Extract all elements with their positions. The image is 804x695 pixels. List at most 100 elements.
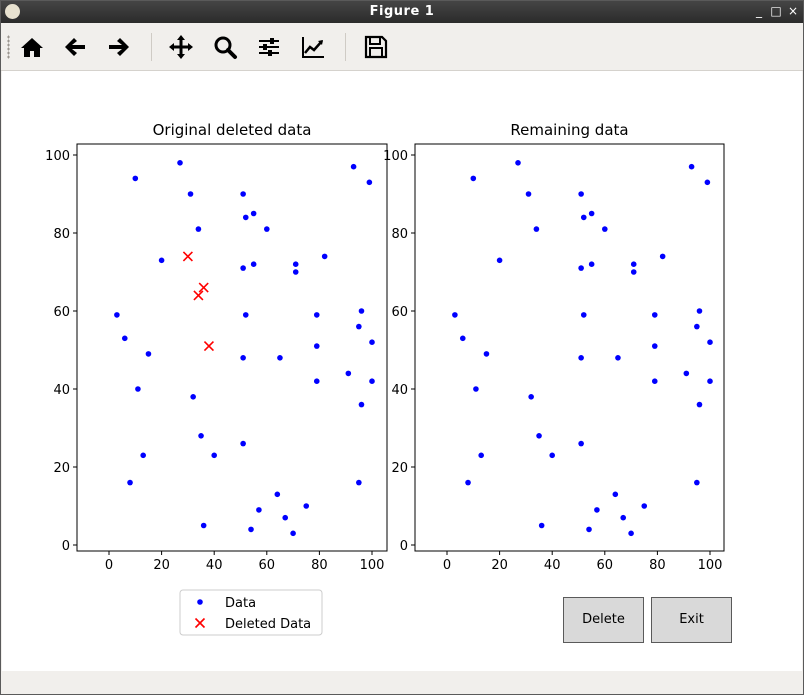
x-tick-label: 60 bbox=[259, 558, 276, 573]
axes-frame bbox=[76, 143, 388, 552]
data-point bbox=[594, 507, 600, 513]
title-bar: Figure 1 _ □ × bbox=[1, 1, 803, 23]
data-point bbox=[683, 370, 690, 377]
data-point bbox=[651, 343, 658, 349]
data-point bbox=[114, 312, 120, 318]
data-point bbox=[282, 514, 289, 521]
data-point bbox=[586, 526, 592, 533]
data-point bbox=[366, 179, 373, 186]
zoom-button[interactable] bbox=[211, 33, 239, 61]
data-point bbox=[651, 312, 658, 318]
y-tick-label: 100 bbox=[383, 149, 408, 164]
axes-title: Remaining data bbox=[510, 121, 628, 139]
data-point bbox=[240, 265, 246, 271]
y-tick-label: 40 bbox=[391, 383, 408, 398]
delete-button[interactable]: Delete bbox=[563, 597, 644, 643]
data-point bbox=[292, 261, 299, 267]
data-point bbox=[187, 191, 194, 197]
toolbar-grip bbox=[7, 35, 10, 59]
x-tick-label: 40 bbox=[206, 558, 223, 573]
home-button[interactable] bbox=[18, 33, 46, 61]
data-point bbox=[483, 351, 490, 357]
data-point bbox=[630, 269, 637, 275]
data-point bbox=[292, 269, 299, 275]
data-point bbox=[195, 226, 202, 232]
data-point bbox=[250, 261, 257, 267]
data-point bbox=[694, 323, 700, 330]
y-tick-label: 20 bbox=[53, 461, 70, 476]
zoom-icon bbox=[214, 36, 237, 59]
data-point bbox=[459, 335, 466, 342]
data-point bbox=[140, 452, 146, 459]
x-tick-label: 20 bbox=[491, 558, 508, 573]
data-point bbox=[132, 175, 139, 182]
home-icon bbox=[21, 38, 43, 57]
close-button[interactable]: × bbox=[785, 3, 801, 19]
data-point bbox=[240, 440, 246, 447]
y-tick-label: 80 bbox=[391, 227, 408, 242]
data-point bbox=[515, 160, 521, 166]
data-point bbox=[696, 308, 703, 314]
back-button[interactable] bbox=[61, 33, 89, 61]
data-point bbox=[533, 226, 540, 232]
data-point bbox=[250, 210, 257, 217]
data-point bbox=[290, 530, 296, 537]
data-point bbox=[707, 339, 713, 346]
data-point bbox=[190, 394, 196, 400]
x-tick-label: 80 bbox=[311, 558, 328, 573]
data-point bbox=[274, 491, 281, 498]
data-point bbox=[240, 191, 246, 197]
data-point bbox=[313, 312, 320, 318]
minimize-button[interactable]: _ bbox=[751, 3, 767, 19]
data-point bbox=[121, 335, 128, 342]
data-point bbox=[578, 440, 584, 447]
data-point bbox=[602, 226, 608, 232]
data-point bbox=[694, 479, 700, 486]
data-point bbox=[470, 175, 477, 182]
save-button[interactable] bbox=[362, 33, 390, 61]
data-point bbox=[356, 479, 362, 486]
data-point bbox=[248, 526, 254, 533]
maximize-button[interactable]: □ bbox=[768, 3, 784, 19]
forward-button[interactable] bbox=[105, 33, 133, 61]
legend-entry: Data bbox=[225, 596, 256, 611]
data-point bbox=[630, 261, 637, 267]
save-icon bbox=[364, 35, 388, 59]
data-point bbox=[242, 214, 249, 221]
data-point bbox=[696, 401, 703, 408]
toolbar-separator bbox=[345, 33, 346, 61]
data-point bbox=[356, 323, 362, 330]
edit-axis-button[interactable] bbox=[299, 33, 327, 61]
y-tick-label: 60 bbox=[391, 305, 408, 320]
data-point bbox=[198, 433, 204, 439]
subplots-button[interactable] bbox=[255, 33, 283, 61]
data-point bbox=[158, 257, 165, 264]
data-point bbox=[496, 257, 503, 264]
y-tick-label: 0 bbox=[62, 539, 70, 554]
data-point bbox=[200, 522, 207, 529]
x-tick-label: 0 bbox=[105, 558, 113, 573]
pan-button[interactable] bbox=[167, 33, 195, 61]
x-tick-label: 20 bbox=[153, 558, 170, 573]
figure-canvas[interactable]: Original deleted data 0 20 40 60 80 100 0 20 40 60… bbox=[2, 71, 802, 671]
window-title: Figure 1 bbox=[369, 4, 435, 19]
data-point bbox=[688, 163, 695, 170]
data-point bbox=[211, 452, 217, 459]
pan-icon bbox=[169, 35, 193, 59]
data-point bbox=[659, 253, 666, 260]
data-point bbox=[473, 386, 479, 392]
data-point bbox=[345, 370, 352, 377]
exit-button[interactable]: Exit bbox=[651, 597, 732, 643]
status-bar bbox=[1, 671, 803, 694]
axes-2: Remaining data 0 20 40 60 80 100 0 20 40 60 80 100 bbox=[383, 121, 725, 573]
data-point bbox=[240, 355, 246, 361]
x-tick-label: 100 bbox=[360, 558, 385, 573]
data-point bbox=[264, 226, 270, 232]
data-point bbox=[549, 452, 555, 459]
data-point bbox=[321, 253, 328, 260]
data-point bbox=[628, 530, 634, 537]
data-point bbox=[588, 210, 595, 217]
data-point bbox=[277, 355, 283, 361]
x-tick-label: 80 bbox=[649, 558, 666, 573]
figure-svg: Original deleted data 0 20 40 60 80 100 0 20 40 60… bbox=[45, 121, 725, 636]
